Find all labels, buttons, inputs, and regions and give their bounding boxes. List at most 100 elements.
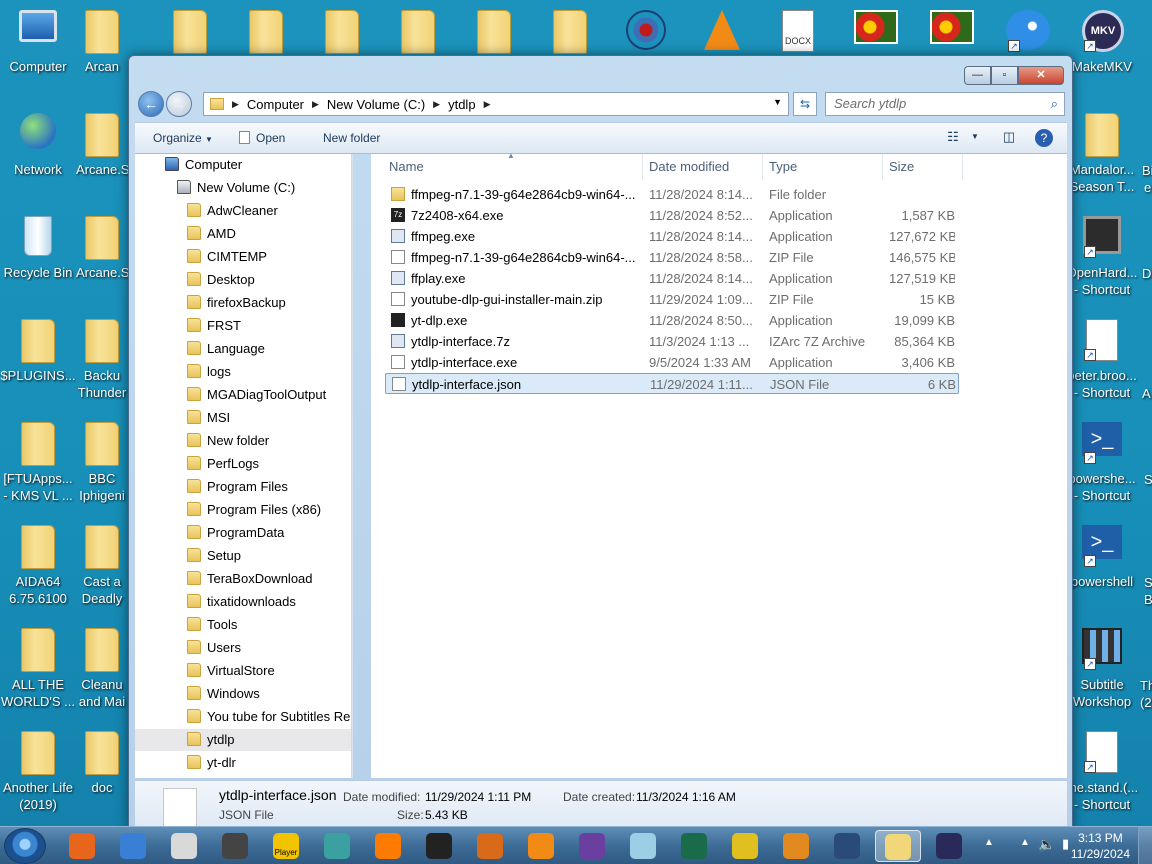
audacity-icon[interactable]	[372, 830, 404, 862]
nav-item[interactable]: New folder	[187, 430, 351, 452]
desktop-icon-arcan[interactable]: Arcan	[76, 4, 128, 75]
desktop-icon-vlc[interactable]	[684, 4, 760, 58]
minimize-button[interactable]: —	[964, 66, 991, 85]
nav-item[interactable]: MSI	[187, 407, 351, 429]
address-bar[interactable]: ▶ Computer ▶ New Volume (C:) ▶ ytdlp ▶ ▼	[203, 92, 789, 116]
breadcrumb-new-volume[interactable]: New Volume (C:)	[321, 97, 431, 112]
show-hidden-icons-icon[interactable]: ▲	[1020, 837, 1030, 848]
nav-item[interactable]: TeraBoxDownload	[187, 568, 351, 590]
i-icon[interactable]	[678, 830, 710, 862]
desktop-icon-folder-4[interactable]	[304, 4, 380, 58]
breadcrumb-arrow-icon[interactable]: ▶	[310, 99, 321, 110]
desktop-icon-recycle-bin[interactable]: Recycle Bin	[0, 210, 76, 281]
file-row[interactable]: ytdlp-interface.exe 9/5/2024 1:33 AM Appli…	[385, 352, 959, 373]
desktop-icon-powershell[interactable]: >_ ↗ powershell	[1064, 519, 1140, 590]
player-icon[interactable]: Player	[270, 830, 302, 862]
desktop-icon-folder-7[interactable]	[532, 4, 608, 58]
nav-item[interactable]: AMD	[187, 223, 351, 245]
desktop-icon-ftuapps[interactable]: [FTUApps... - KMS VL ...	[0, 416, 76, 504]
nav-item[interactable]: Users	[187, 637, 351, 659]
column-header-size[interactable]: Size	[883, 154, 963, 180]
nav-item[interactable]: Language	[187, 338, 351, 360]
desktop-icon-folder-5[interactable]	[380, 4, 456, 58]
orb-icon[interactable]	[474, 830, 506, 862]
desktop-icon-subtitle-workshop[interactable]: ↗ Subtitle Workshop	[1064, 622, 1140, 710]
chart-icon[interactable]	[729, 830, 761, 862]
desktop-icon-openhardware[interactable]: ↗ OpenHard... - Shortcut	[1064, 210, 1140, 298]
desktop-icon-photo-2[interactable]	[912, 4, 988, 58]
nav-item[interactable]: tixatidownloads	[187, 591, 351, 613]
breadcrumb-arrow-icon[interactable]: ▶	[224, 99, 241, 110]
volume-icon[interactable]: 🔈	[1038, 836, 1055, 853]
file-row[interactable]: ytdlp-interface.7z 11/3/2024 1:13 ... IZAr…	[385, 331, 959, 352]
desktop-icon-cleanup[interactable]: Cleanu and Mai	[76, 622, 128, 710]
refresh-button[interactable]: ⇆	[793, 92, 817, 116]
nav-item[interactable]: MGADiagToolOutput	[187, 384, 351, 406]
nav-item[interactable]: Windows	[187, 683, 351, 705]
nav-item[interactable]: Tools	[187, 614, 351, 636]
file-row[interactable]: ffmpeg-n7.1-39-g64e2864cb9-win64-... 11/2…	[385, 247, 959, 268]
desktop-icon-download-folder[interactable]	[152, 4, 228, 58]
nav-item[interactable]: VirtualStore	[187, 660, 351, 682]
nav-item[interactable]: Setup	[187, 545, 351, 567]
nav-item[interactable]: Program Files (x86)	[187, 499, 351, 521]
thunderbird-icon[interactable]	[117, 830, 149, 862]
nav-item[interactable]: Program Files	[187, 476, 351, 498]
nav-item[interactable]: Computer	[165, 154, 351, 176]
nav-item[interactable]: logs	[187, 361, 351, 383]
cocktail-icon[interactable]	[780, 830, 812, 862]
indesign-icon[interactable]	[219, 830, 251, 862]
nav-item[interactable]: AdwCleaner	[187, 200, 351, 222]
cpu-icon[interactable]	[576, 830, 608, 862]
desktop-icon-plugins[interactable]: $PLUGINS...	[0, 313, 76, 384]
desktop-icon-powershell-shortcut[interactable]: >_ ↗ powershe... - Shortcut	[1064, 416, 1140, 504]
nav-item[interactable]: CIMTEMP	[187, 246, 351, 268]
breadcrumb-arrow-icon[interactable]: ▶	[482, 99, 493, 110]
nav-item[interactable]: New Volume (C:)	[177, 177, 351, 199]
mkv-icon[interactable]	[933, 830, 965, 862]
desktop-icon-docx[interactable]: DOCX	[760, 4, 836, 58]
chevron-down-icon[interactable]: ▼	[773, 97, 782, 107]
nav-item[interactable]: ytdlp	[135, 729, 351, 751]
breadcrumb-ytdlp[interactable]: ytdlp	[442, 97, 481, 112]
file-row[interactable]: ytdlp-interface.json 11/29/2024 1:11... JS…	[385, 373, 959, 394]
nav-item[interactable]: FRST	[187, 315, 351, 337]
desktop-icon-arcane-s-2[interactable]: Arcane.S	[76, 210, 128, 281]
desktop-icon-makemkv[interactable]: MKV ↗ MakeMKV	[1064, 4, 1140, 75]
desktop-icon-all-the-world[interactable]: ALL THE WORLD'S ...	[0, 622, 76, 710]
scroll-arrows-icon[interactable]: ▲	[984, 837, 994, 848]
show-desktop-button[interactable]	[1138, 827, 1152, 864]
file-row[interactable]: ffplay.exe 11/28/2024 8:14... Application 1…	[385, 268, 959, 289]
start-button[interactable]	[4, 828, 46, 864]
desktop-icon-arcane-s-1[interactable]: Arcane.S	[76, 107, 128, 178]
title-bar[interactable]: — ▫ ✕	[129, 56, 1072, 92]
desktop-icon-mandalorian[interactable]: Mandalor... Season T...	[1064, 107, 1140, 195]
breadcrumb-arrow-icon[interactable]: ▶	[431, 99, 442, 110]
desktop-icon-cast-a-deadly[interactable]: Cast a Deadly	[76, 519, 128, 607]
wifi-icon[interactable]	[831, 830, 863, 862]
explorer-icon[interactable]	[875, 830, 921, 862]
antenna-icon[interactable]	[321, 830, 353, 862]
nav-item[interactable]: yt-dlr	[187, 752, 351, 774]
file-row[interactable]: youtube-dlp-gui-installer-main.zip 11/29/…	[385, 289, 959, 310]
clock[interactable]: 3:13 PM 11/29/2024	[1071, 830, 1130, 862]
desktop-icon-bird[interactable]: ↗	[988, 4, 1064, 58]
desktop-icon-another-life[interactable]: Another Life (2019)	[0, 725, 76, 813]
forward-button[interactable]: →	[166, 91, 192, 117]
nav-item[interactable]: firefoxBackup	[187, 292, 351, 314]
desktop-icon-the-stand[interactable]: ↗ the.stand.(... - Shortcut	[1064, 725, 1140, 813]
file-row[interactable]: ffmpeg.exe 11/28/2024 8:14... Application 1…	[385, 226, 959, 247]
file-row[interactable]: 7z 7z2408-x64.exe 11/28/2024 8:52... Applic…	[385, 205, 959, 226]
maximize-button[interactable]: ▫	[991, 66, 1018, 85]
column-header-date-modified[interactable]: Date modified	[643, 154, 763, 180]
clapper-icon[interactable]	[423, 830, 455, 862]
desktop-icon-folder-6[interactable]	[456, 4, 532, 58]
view-options-icon[interactable]: ☷	[943, 129, 963, 147]
organize-button[interactable]: Organize ▼	[153, 131, 213, 145]
file-row[interactable]: yt-dlp.exe 11/28/2024 8:50... Application 1…	[385, 310, 959, 331]
desktop-icon-folder-3[interactable]	[228, 4, 304, 58]
nav-item[interactable]: PerfLogs	[187, 453, 351, 475]
vlc-icon[interactable]	[525, 830, 557, 862]
nav-scrollbar[interactable]	[351, 154, 352, 778]
nav-item[interactable]: Desktop	[187, 269, 351, 291]
